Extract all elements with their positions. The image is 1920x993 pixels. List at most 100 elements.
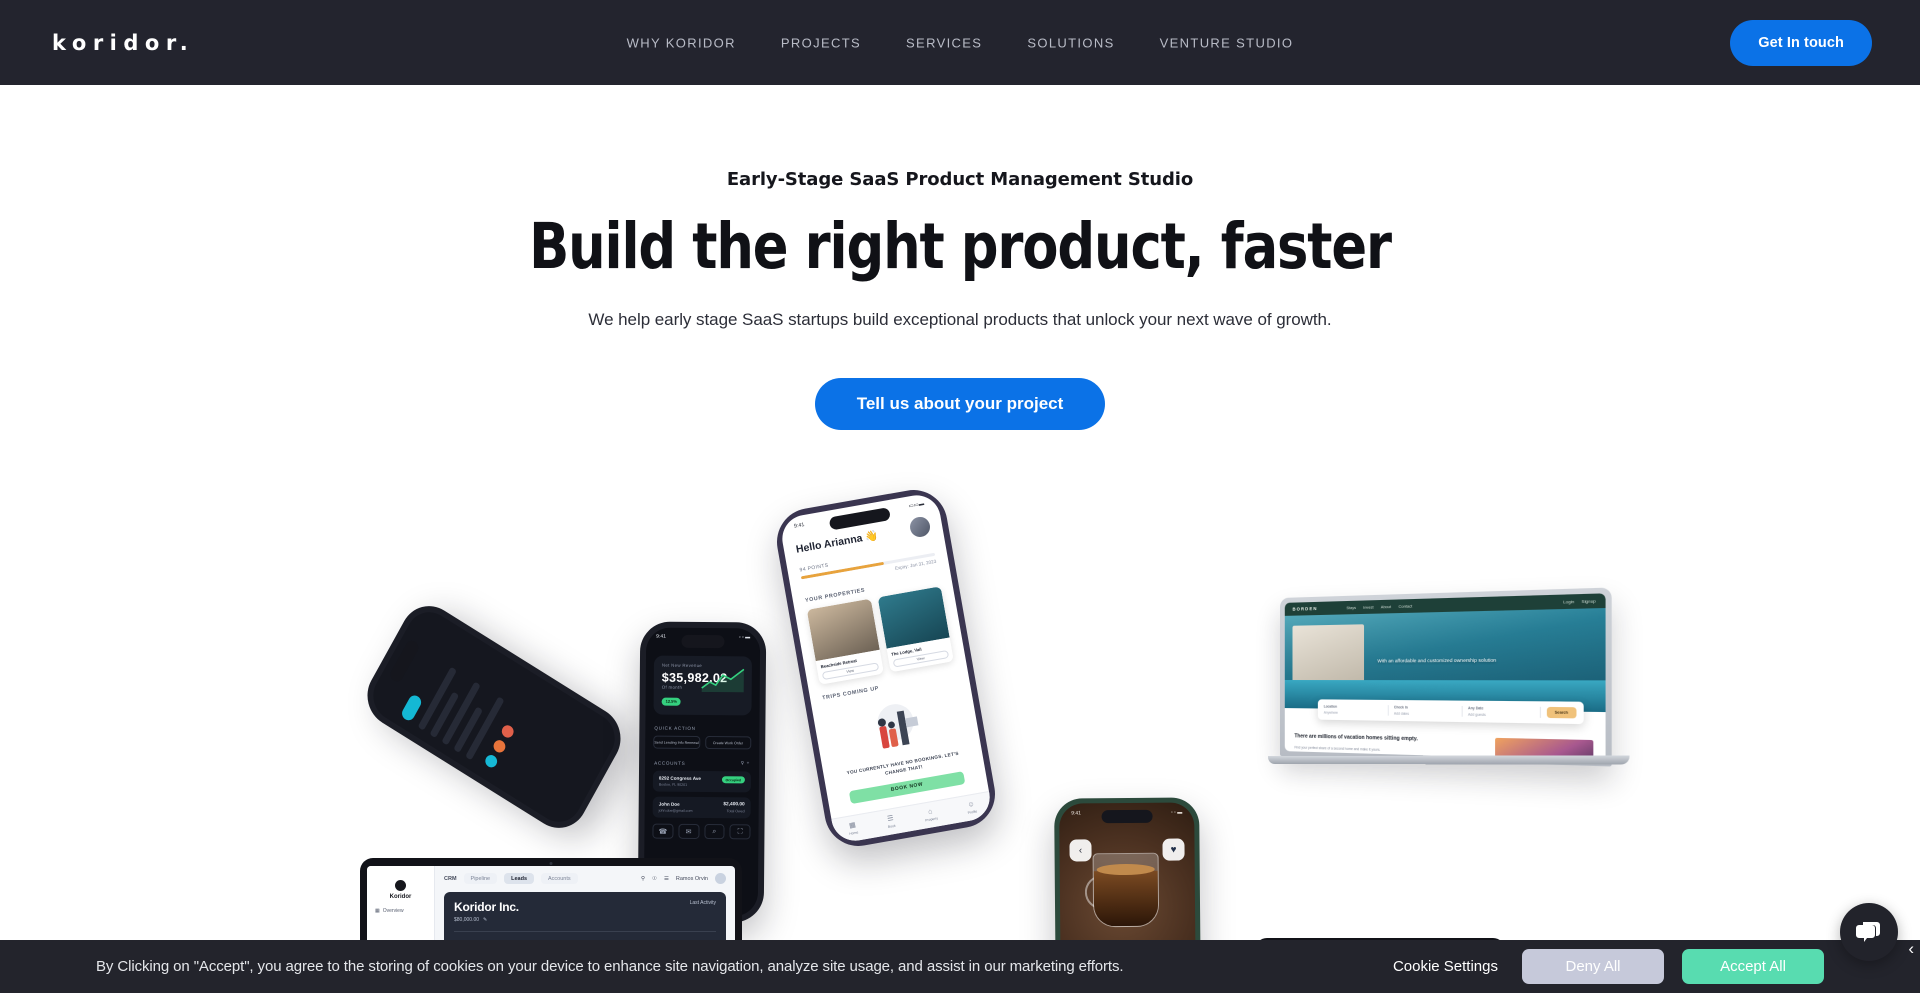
crm-tab-accounts[interactable]: Accounts — [541, 873, 578, 884]
list-icon[interactable]: ☰ — [664, 876, 669, 882]
phone-notch — [681, 634, 725, 649]
nav-item-services[interactable]: SERVICES — [906, 35, 982, 50]
crm-company-value-row: $80,000.00 ✎ — [454, 917, 716, 923]
nav-item-solutions[interactable]: SOLUTIONS — [1027, 35, 1114, 50]
site-logo[interactable]: koridor. — [52, 31, 194, 55]
signup-link[interactable]: Signup — [1581, 599, 1595, 604]
search-field-checkin[interactable]: Check In Add dates — [1393, 705, 1463, 717]
hero-subtitle: We help early stage SaaS startups build … — [588, 309, 1332, 329]
login-link[interactable]: Login — [1563, 599, 1574, 604]
villa-image — [1292, 624, 1365, 689]
chat-app-content — [365, 603, 544, 781]
tab-property[interactable]: ⌂ Property — [923, 807, 938, 822]
property-card[interactable]: Beachside Retreat View — [806, 598, 884, 685]
tab-profile[interactable]: ☺ Profile — [966, 801, 978, 815]
avatar[interactable] — [908, 515, 932, 539]
device-showcase: 9:41 ▫ ▫ ▬ Net New Revenue $35,982.02 Of… — [0, 484, 1920, 993]
nav-item-stays[interactable]: Stays — [1346, 605, 1356, 609]
site-header: koridor. WHY KORIDOR PROJECTS SERVICES S… — [0, 0, 1920, 85]
favorite-heart-icon[interactable]: ♥ — [1162, 838, 1185, 861]
avatar[interactable] — [715, 873, 726, 884]
chat-avatar-dots — [481, 681, 539, 773]
search-icon[interactable]: ⌕ — [703, 824, 725, 840]
search-field-guests[interactable]: Any Date Add guests — [1468, 706, 1541, 718]
account-sub: john.doe@gmail.com — [658, 808, 693, 813]
hero-section: Early-Stage SaaS Product Management Stud… — [0, 85, 1920, 430]
nav-item-contact[interactable]: Contact — [1398, 604, 1412, 609]
account-amount-label: Total Owed — [726, 809, 745, 814]
bell-icon[interactable]: ☉ — [652, 876, 657, 882]
account-row[interactable]: 8292 Congress Ave Boston, FL 90201 Occup… — [652, 770, 752, 793]
property-card-list: Beachside Retreat View The Lodge, Vail V… — [806, 586, 954, 685]
site-brand: BORDEN — [1292, 605, 1318, 612]
greeting-text: Hello Arianna 👋 — [794, 528, 880, 556]
tab-book[interactable]: ☰ Book — [886, 815, 896, 829]
edit-pencil-icon[interactable]: ✎ — [483, 917, 487, 923]
property-card[interactable]: The Lodge, Vail View — [877, 586, 954, 673]
balance-card: Net New Revenue $35,982.02 Of month 12.5… — [653, 655, 753, 716]
sparkline-chart — [701, 668, 745, 693]
laptop-base — [1268, 755, 1630, 765]
nav-item-invest[interactable]: Invest — [1363, 605, 1373, 609]
accounts-tools[interactable]: ⚲ + — [741, 760, 750, 766]
account-amount: $2,400.00 — [723, 802, 745, 808]
mail-icon[interactable]: ✉ — [678, 823, 700, 839]
quick-action-button[interactable]: Create Work Order — [704, 736, 752, 750]
nav-item-projects[interactable]: PROJECTS — [781, 35, 861, 50]
quick-actions: Send Lending Info Renewal Create Work Or… — [653, 735, 752, 750]
chat-bubble-icon — [1856, 922, 1880, 942]
status-time: 9:41 — [1071, 810, 1081, 817]
accounts-heading: ACCOUNTS ⚲ + — [654, 760, 750, 767]
search-bar[interactable]: Location Anywhere Check In Add dates Any… — [1317, 699, 1584, 725]
crm-company-name: Koridor Inc. — [454, 900, 519, 914]
site-hero-text: With an affordable and customized owners… — [1377, 657, 1497, 664]
site-hero: With an affordable and customized owners… — [1284, 608, 1606, 713]
chat-app-phone-mockup — [356, 594, 632, 840]
phone-icon[interactable]: ☎ — [652, 823, 674, 839]
field-value: Anywhere — [1323, 710, 1338, 715]
tab-label: Profile — [967, 809, 978, 815]
expand-icon[interactable]: ⛶ — [729, 824, 751, 840]
search-icon[interactable]: ⚲ — [641, 876, 645, 882]
crm-tab-pipeline[interactable]: Pipeline — [463, 873, 498, 884]
crm-tab-leads[interactable]: Leads — [504, 873, 535, 884]
property-app-phone-mockup: 9:41 ▭▭▬ Hello Arianna 👋 94 POINTS Expir… — [771, 484, 1001, 852]
account-action-bar: ☎ ✉ ⌕ ⛶ — [652, 823, 751, 840]
empty-state-illustration — [856, 696, 938, 760]
accounts-heading-label: ACCOUNTS — [654, 760, 686, 766]
search-button[interactable]: Search — [1546, 706, 1577, 719]
account-row[interactable]: John Doe john.doe@gmail.com $2,400.00 To… — [652, 796, 751, 819]
chat-collapse-chevron-icon[interactable]: ‹ — [1908, 940, 1914, 957]
crm-user-name: Ramos Orvin — [675, 875, 708, 882]
chat-widget-button[interactable] — [1840, 903, 1898, 961]
cookie-settings-button[interactable]: Cookie Settings — [1387, 958, 1504, 975]
tab-home[interactable]: ▦ Home — [847, 821, 859, 836]
lower-heading: There are millions of vacation homes sit… — [1294, 733, 1418, 743]
nav-item-venture-studio[interactable]: VENTURE STUDIO — [1160, 35, 1294, 50]
nav-item-why-koridor[interactable]: WHY KORIDOR — [627, 35, 736, 50]
back-button[interactable]: ‹ — [1069, 839, 1092, 862]
lower-paragraph: Find your perfect share of a second home… — [1294, 744, 1381, 752]
field-label: Any Date — [1468, 706, 1484, 711]
page-title: Build the right product, faster — [529, 210, 1392, 283]
crm-brand-label: Koridor — [389, 894, 412, 900]
vacation-site-laptop-mockup: BORDEN Stays Invest About Contact Login … — [1268, 587, 1630, 778]
nav-item-about[interactable]: About — [1381, 604, 1391, 608]
get-in-touch-button[interactable]: Get In touch — [1730, 19, 1872, 66]
hero-cta-wrapper: Tell us about your project — [0, 377, 1920, 430]
tell-us-about-project-button[interactable]: Tell us about your project — [814, 377, 1106, 430]
main-navigation: WHY KORIDOR PROJECTS SERVICES SOLUTIONS … — [627, 35, 1294, 50]
account-sub: Boston, FL 90201 — [658, 782, 688, 787]
search-field-location[interactable]: Location Anywhere — [1323, 704, 1389, 716]
tab-label: Book — [887, 823, 896, 830]
account-name: 8292 Congress Ave — [658, 775, 702, 781]
sidebar-item-overview[interactable]: ▦ Overview — [375, 908, 426, 914]
deny-all-button[interactable]: Deny All — [1522, 949, 1664, 984]
home-icon: ⌂ — [927, 808, 934, 816]
quick-action-button[interactable]: Send Lending Info Renewal — [653, 735, 700, 749]
account-name: John Doe — [658, 801, 680, 807]
status-time: 9:41 — [656, 633, 666, 640]
grid-icon: ▦ — [375, 908, 380, 914]
accept-all-button[interactable]: Accept All — [1682, 949, 1824, 984]
field-label: Location — [1323, 704, 1338, 709]
